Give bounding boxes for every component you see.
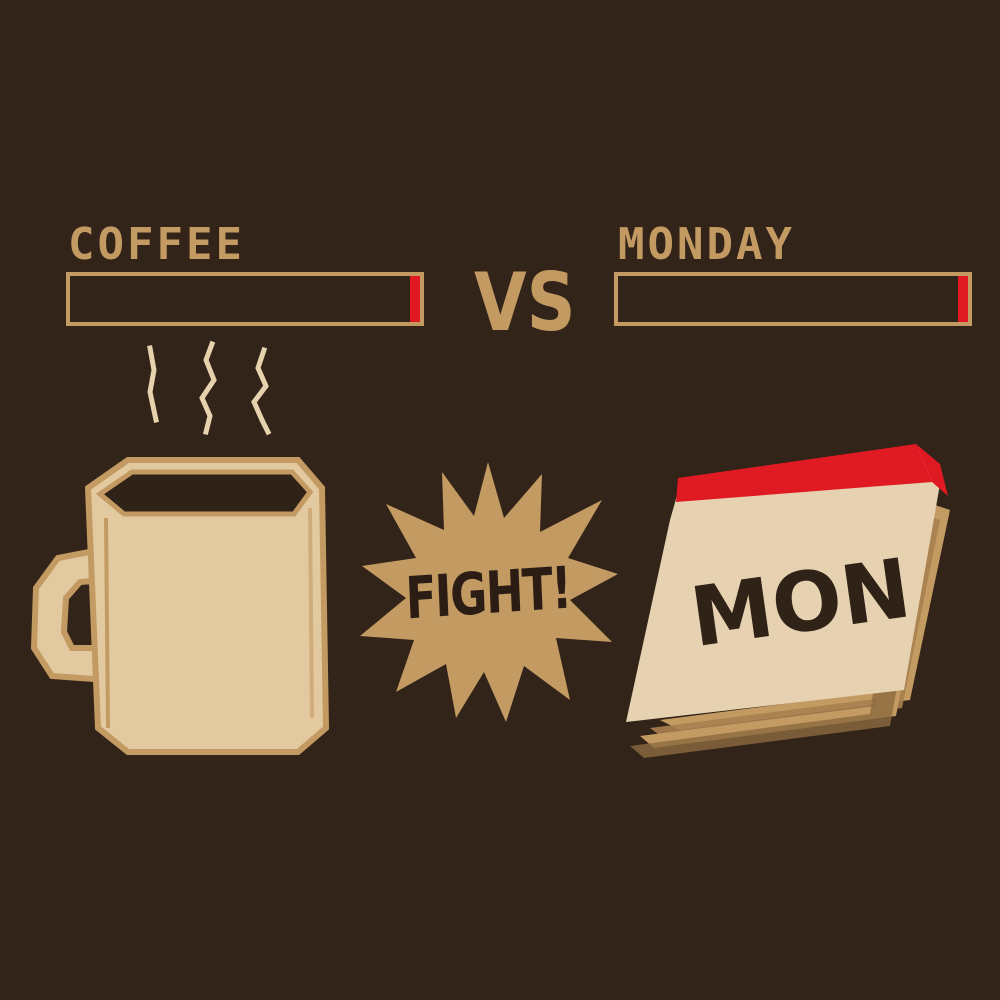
player-right-health-fill <box>957 276 968 322</box>
coffee-mug-icon <box>28 448 338 760</box>
player-left-name: COFFEE <box>68 219 245 270</box>
fight-screen: COFFEE VS MONDAY FIGHT! MON <box>0 0 1000 1000</box>
calendar-icon: MON <box>620 440 960 780</box>
player-right-health-bar <box>614 272 972 326</box>
explosion-burst-icon: FIGHT! <box>356 460 620 726</box>
fight-text: FIGHT! <box>404 553 572 633</box>
steam-icon <box>140 340 280 440</box>
vs-label: VS <box>474 256 576 349</box>
player-left-health-bar <box>66 272 424 326</box>
player-right-name: MONDAY <box>618 219 795 270</box>
player-left-health-fill <box>409 276 420 322</box>
